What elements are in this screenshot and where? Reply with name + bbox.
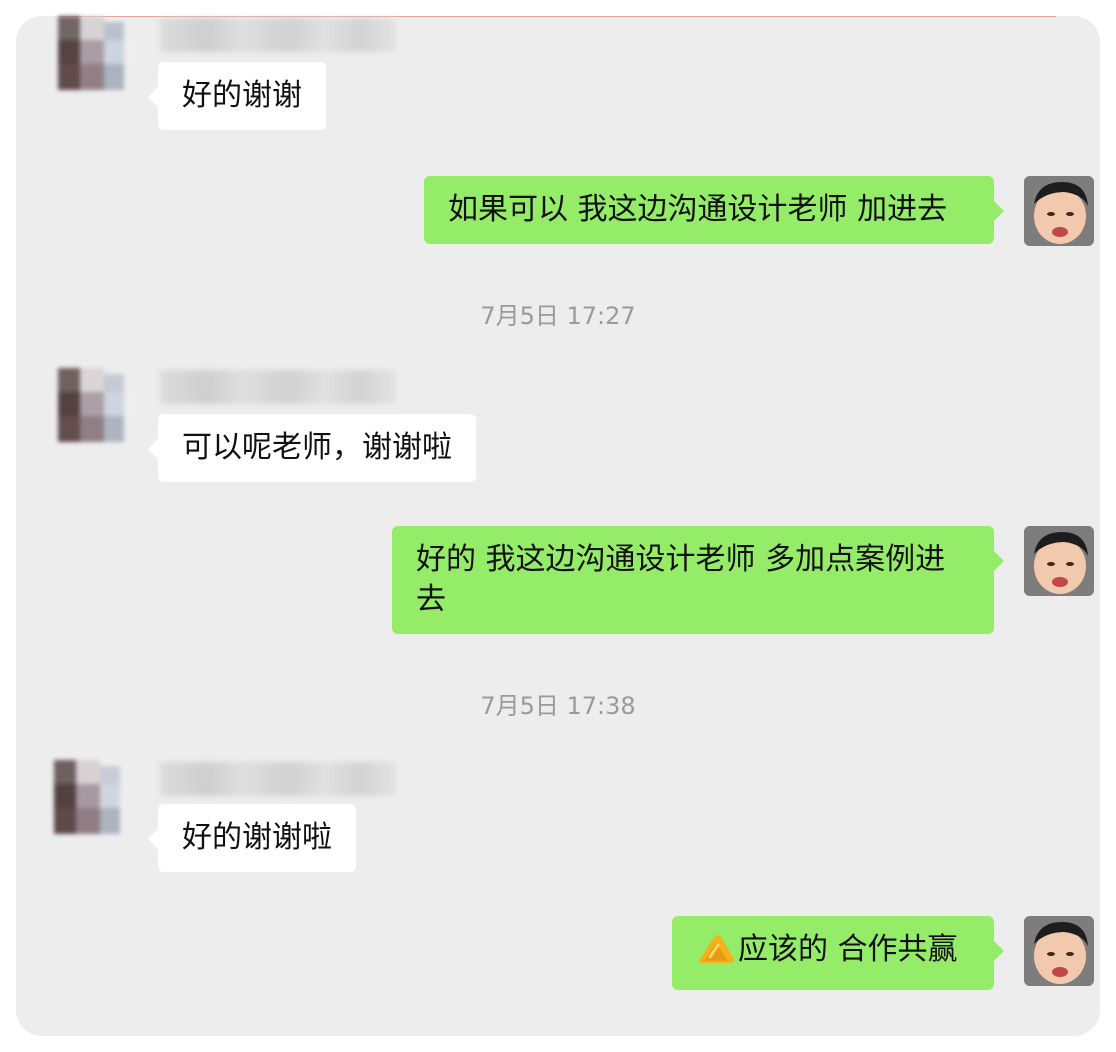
contact-name-redacted: [160, 762, 396, 796]
contact-name-redacted: [160, 18, 396, 52]
baby-face-icon: [1024, 526, 1094, 596]
message-bubble-sent[interactable]: 应该的 合作共赢: [672, 916, 1004, 990]
message-bubble-received[interactable]: 可以呢老师，谢谢啦: [148, 414, 476, 482]
user-avatar[interactable]: [1024, 176, 1094, 246]
timestamp: 7月5日 17:38: [480, 692, 636, 720]
contact-avatar[interactable]: [52, 368, 126, 442]
user-avatar[interactable]: [1024, 526, 1094, 596]
message-text: 应该的 合作共赢: [738, 932, 958, 967]
message-bubble-received[interactable]: 好的谢谢啦: [148, 804, 356, 872]
message-text: 好的谢谢啦: [182, 820, 332, 855]
timestamp: 7月5日 17:27: [480, 302, 636, 330]
top-divider: [60, 16, 1056, 17]
handshake-icon: [696, 931, 736, 976]
message-text: 好的谢谢: [182, 78, 302, 113]
contact-name-redacted: [160, 370, 396, 404]
contact-avatar[interactable]: [46, 760, 120, 834]
contact-avatar[interactable]: [52, 16, 126, 90]
message-text: 好的 我这边沟通设计老师 多加点案例进去: [416, 542, 946, 617]
message-bubble-received[interactable]: 好的谢谢: [148, 62, 326, 130]
message-text: 如果可以 我这边沟通设计老师 加进去: [448, 192, 948, 227]
baby-face-icon: [1024, 916, 1094, 986]
message-text: 可以呢老师，谢谢啦: [182, 430, 452, 465]
message-bubble-sent[interactable]: 好的 我这边沟通设计老师 多加点案例进去: [392, 526, 1004, 634]
user-avatar[interactable]: [1024, 916, 1094, 986]
message-bubble-sent[interactable]: 如果可以 我这边沟通设计老师 加进去: [424, 176, 1004, 244]
baby-face-icon: [1024, 176, 1094, 246]
